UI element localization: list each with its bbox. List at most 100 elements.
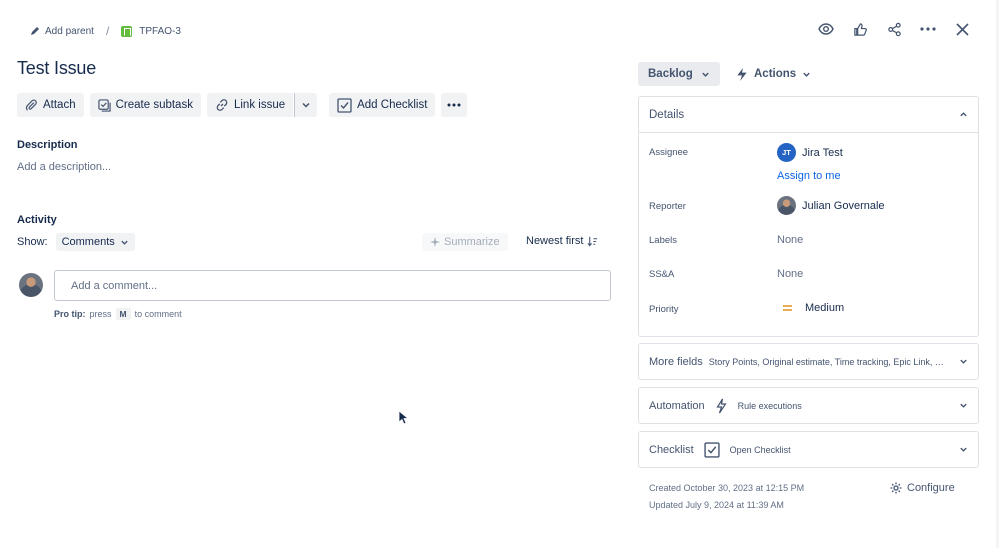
attach-label: Attach xyxy=(43,99,76,111)
pro-tip-press: press xyxy=(89,309,112,319)
reporter-value[interactable]: Julian Governale xyxy=(777,196,885,215)
configure-button[interactable]: Configure xyxy=(890,482,955,494)
priority-value[interactable]: Medium xyxy=(782,302,844,314)
updated-timestamp: Updated July 9, 2024 at 11:39 AM xyxy=(649,500,784,510)
more-fields-section[interactable]: More fields Story Points, Original estim… xyxy=(638,343,979,380)
more-fields-summary: Story Points, Original estimate, Time tr… xyxy=(708,356,949,367)
activity-heading: Activity xyxy=(17,214,57,226)
create-subtask-label: Create subtask xyxy=(115,99,193,111)
summarize-label: Summarize xyxy=(444,236,500,248)
assign-to-me-link[interactable]: Assign to me xyxy=(777,170,841,182)
chevron-down-icon xyxy=(960,359,967,364)
add-checklist-button[interactable]: Add Checklist xyxy=(329,93,436,117)
details-header[interactable]: Details xyxy=(639,97,978,133)
sort-order-label: Newest first xyxy=(526,235,584,247)
summarize-button[interactable]: Summarize xyxy=(422,233,508,251)
more-icon xyxy=(920,27,936,31)
close-icon xyxy=(955,22,969,36)
automation-section[interactable]: Automation Rule executions xyxy=(638,387,979,424)
assignee-value[interactable]: JT Jira Test xyxy=(777,143,843,162)
checklist-title: Checklist xyxy=(649,443,694,456)
breadcrumb-separator: / xyxy=(105,24,110,38)
automation-title: Automation xyxy=(649,399,705,412)
chevron-down-icon xyxy=(702,72,709,77)
eye-icon xyxy=(818,23,834,35)
sort-order-button[interactable]: Newest first xyxy=(526,235,598,247)
current-user-avatar xyxy=(19,273,43,297)
lightning-icon xyxy=(716,398,727,413)
actions-dropdown[interactable]: Actions xyxy=(730,62,817,86)
priority-text: Medium xyxy=(805,302,845,314)
add-parent-label: Add parent xyxy=(45,25,94,37)
close-button[interactable] xyxy=(951,18,973,40)
description-input[interactable]: Add a description... xyxy=(17,161,111,173)
thumbs-up-icon xyxy=(853,22,867,36)
more-actions-button[interactable] xyxy=(917,18,939,40)
checklist-section[interactable]: Checklist Open Checklist xyxy=(638,431,979,468)
assignee-avatar: JT xyxy=(777,143,796,162)
ssa-value[interactable]: None xyxy=(777,268,803,280)
issue-key-link[interactable]: TPFAO-3 xyxy=(121,25,181,37)
gear-icon xyxy=(890,482,902,494)
chevron-down-icon xyxy=(960,403,967,408)
share-button[interactable] xyxy=(883,18,905,40)
checklist-icon xyxy=(703,441,720,458)
ssa-label: SS&A xyxy=(649,269,675,280)
chevron-down-icon xyxy=(121,240,128,245)
automation-subtitle: Rule executions xyxy=(737,400,802,411)
link-issue-button[interactable]: Link issue xyxy=(206,93,294,117)
story-icon xyxy=(121,25,133,37)
mouse-cursor-icon xyxy=(398,410,410,425)
reporter-label: Reporter xyxy=(649,201,686,212)
sort-icon xyxy=(587,236,598,247)
assignee-label: Assignee xyxy=(649,147,689,158)
more-fields-title: More fields xyxy=(649,355,703,368)
chevron-up-icon xyxy=(960,112,967,117)
issue-toolbar: Attach Create subtask Link issue Add Che… xyxy=(17,93,468,117)
vote-button[interactable] xyxy=(849,18,871,40)
link-icon xyxy=(216,99,228,111)
issue-title[interactable]: Test Issue xyxy=(17,58,96,79)
labels-value[interactable]: None xyxy=(777,234,803,246)
chevron-down-icon xyxy=(960,447,967,452)
status-label: Backlog xyxy=(648,68,693,80)
link-issue-label: Link issue xyxy=(233,99,286,111)
watch-button[interactable] xyxy=(815,18,837,40)
toolbar-more-button[interactable] xyxy=(441,93,468,117)
description-heading: Description xyxy=(17,139,78,151)
details-heading: Details xyxy=(649,108,685,121)
checklist-subtitle: Open Checklist xyxy=(729,444,791,455)
labels-label: Labels xyxy=(649,235,677,246)
create-subtask-button[interactable]: Create subtask xyxy=(89,93,201,117)
add-parent-link[interactable]: Add parent xyxy=(30,26,94,37)
actions-label: Actions xyxy=(754,68,797,80)
activity-filter-select[interactable]: Comments xyxy=(55,233,135,251)
paperclip-icon xyxy=(25,99,37,111)
chevron-down-icon xyxy=(803,72,810,77)
comment-input[interactable]: Add a comment... xyxy=(54,270,611,301)
issue-key-label: TPFAO-3 xyxy=(139,25,181,37)
share-icon xyxy=(887,22,901,36)
assignee-name: Jira Test xyxy=(802,146,843,159)
attach-button[interactable]: Attach xyxy=(17,93,84,117)
pro-tip-key: M xyxy=(115,308,131,320)
status-dropdown[interactable]: Backlog xyxy=(638,62,720,86)
priority-label: Priority xyxy=(649,304,679,315)
show-label: Show: xyxy=(17,236,48,248)
more-icon xyxy=(447,103,461,107)
activity-filter-value: Comments xyxy=(61,236,115,248)
reporter-name: Julian Governale xyxy=(802,199,885,212)
subtask-icon xyxy=(97,98,111,112)
sparkle-icon xyxy=(430,237,440,247)
reporter-avatar xyxy=(777,196,796,215)
issue-header-actions xyxy=(815,18,973,40)
pro-tip-suffix: to comment xyxy=(134,309,182,319)
link-issue-dropdown[interactable] xyxy=(294,93,318,117)
checklist-icon xyxy=(337,97,352,113)
created-timestamp: Created October 30, 2023 at 12:15 PM xyxy=(649,483,805,493)
lightning-icon xyxy=(737,67,747,81)
details-panel: Details Assignee JT Jira Test Assign to … xyxy=(638,96,979,337)
pro-tip-prefix: Pro tip: xyxy=(54,309,86,319)
pencil-icon xyxy=(31,27,39,35)
add-checklist-label: Add Checklist xyxy=(357,99,428,111)
